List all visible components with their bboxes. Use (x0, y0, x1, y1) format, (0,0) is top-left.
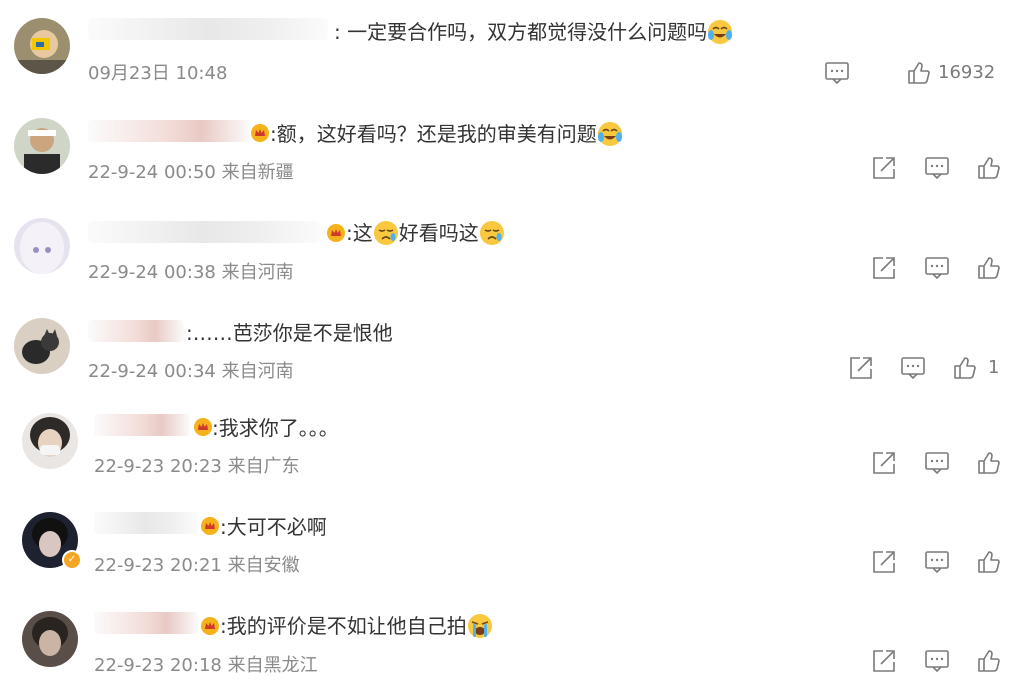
avatar[interactable] (14, 18, 70, 74)
colon: : (220, 515, 227, 539)
like-count: 1 (988, 357, 1000, 378)
laugh-cry-emoji-icon (707, 19, 733, 45)
crying-emoji-icon (479, 220, 505, 246)
share-icon[interactable] (871, 549, 897, 575)
comment-text-content: 大可不必啊 (226, 515, 327, 539)
comment-text-content: 我的评价是不如让他自己拍 (226, 614, 467, 638)
username-redacted[interactable] (88, 18, 328, 40)
comment-icon[interactable] (924, 155, 950, 181)
comment-text: :大可不必啊 (220, 514, 327, 540)
comment-text-content: 额，这好看吗？还是我的审美有问题 (276, 122, 597, 146)
comment-text-content: 一定要合作吗，双方都觉得没什么问题吗 (347, 20, 708, 44)
share-icon[interactable] (871, 450, 897, 476)
colon: : (220, 614, 227, 638)
colon: : (270, 122, 277, 146)
share-icon[interactable] (871, 155, 897, 181)
comment-date: 22-9-23 20:21 来自安徽 (94, 555, 300, 576)
colon: : (334, 20, 341, 44)
comment-date: 22-9-23 20:23 来自广东 (94, 456, 300, 477)
avatar[interactable] (14, 218, 70, 274)
crown-badge-icon (201, 517, 219, 535)
comment-text: :……芭莎你是不是恨他 (186, 320, 393, 346)
username-redacted[interactable] (94, 512, 198, 534)
comment-icon[interactable] (924, 549, 950, 575)
comment-text-content: 我求你了。。。 (218, 416, 339, 440)
share-icon[interactable] (871, 255, 897, 281)
comment-text-content: ……芭莎你是不是恨他 (192, 321, 393, 345)
comment-icon[interactable] (900, 355, 926, 381)
colon: : (212, 416, 219, 440)
avatar[interactable] (14, 118, 70, 174)
comment-text: :这 好看吗这 (346, 220, 505, 246)
laugh-cry-emoji-icon (597, 121, 623, 147)
comment-text: :额，这好看吗？还是我的审美有问题 (270, 121, 623, 147)
share-icon[interactable] (871, 648, 897, 674)
username-redacted[interactable] (94, 414, 190, 436)
username-redacted[interactable] (94, 612, 198, 634)
colon: : (346, 221, 353, 245)
comment-date: 09月23日 10:48 (88, 63, 228, 84)
like-icon[interactable] (976, 549, 1002, 575)
like-icon[interactable] (976, 155, 1002, 181)
crown-badge-icon (251, 124, 269, 142)
like-icon[interactable] (976, 450, 1002, 476)
crying-emoji-icon (373, 220, 399, 246)
crown-badge-icon (201, 617, 219, 635)
verified-icon: ✓ (62, 550, 82, 570)
comment-icon[interactable] (924, 450, 950, 476)
comment-text: :我求你了。。。 (212, 415, 339, 441)
avatar[interactable] (22, 611, 78, 667)
comment-date: 22-9-24 00:38 来自河南 (88, 262, 294, 283)
comment-text: : 一定要合作吗，双方都觉得没什么问题吗 (334, 19, 733, 45)
comment-icon[interactable] (824, 60, 850, 86)
crown-badge-icon (327, 224, 345, 242)
comment-text-content: 这 (352, 221, 373, 245)
like-icon[interactable] (976, 255, 1002, 281)
username-redacted[interactable] (88, 120, 250, 142)
like-icon[interactable] (952, 355, 978, 381)
comment-date: 22-9-24 00:34 来自河南 (88, 361, 294, 382)
comment-icon[interactable] (924, 648, 950, 674)
comment-date: 22-9-24 00:50 来自新疆 (88, 162, 294, 183)
avatar[interactable] (14, 318, 70, 374)
avatar[interactable] (22, 413, 78, 469)
like-count: 16932 (938, 62, 996, 83)
comment-text: :我的评价是不如让他自己拍 (220, 613, 493, 639)
colon: : (186, 321, 193, 345)
username-redacted[interactable] (88, 221, 320, 243)
comment-text-content: 好看吗这 (398, 221, 479, 245)
like-icon[interactable] (976, 648, 1002, 674)
wailing-emoji-icon (467, 613, 493, 639)
crown-badge-icon (194, 418, 212, 436)
like-icon[interactable] (906, 60, 932, 86)
share-icon[interactable] (848, 355, 874, 381)
comment-icon[interactable] (924, 255, 950, 281)
comment-date: 22-9-23 20:18 来自黑龙江 (94, 655, 318, 676)
username-redacted[interactable] (88, 320, 184, 342)
